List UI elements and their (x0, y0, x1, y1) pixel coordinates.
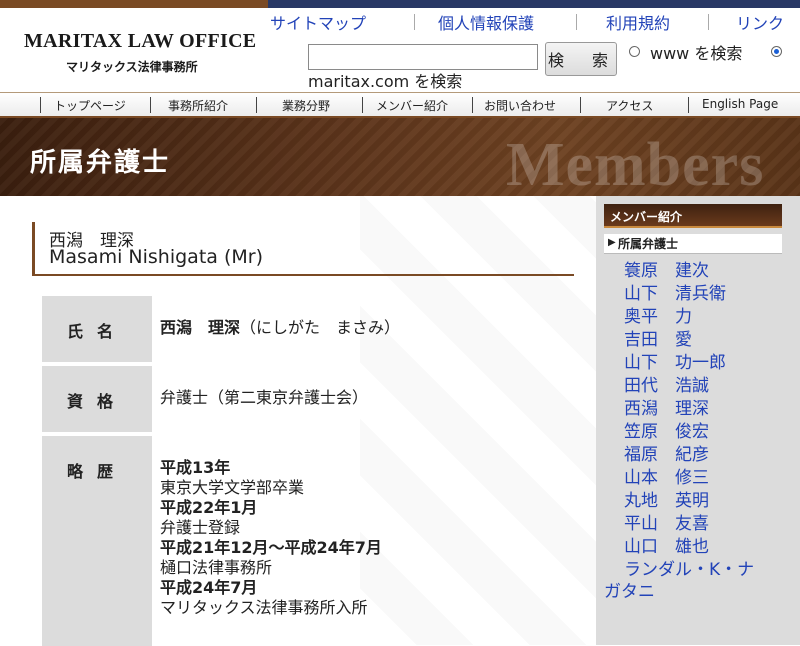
value-name-reading: （にしがた まさみ） (240, 318, 401, 337)
member-link[interactable]: 笠原 俊宏 (624, 417, 709, 442)
history-line: 平成22年1月 (160, 498, 258, 517)
nav-item-top[interactable]: トップページ (54, 97, 126, 114)
banner-watermark: Members (506, 131, 765, 196)
nav-item-practice[interactable]: 業務分野 (282, 97, 330, 114)
member-link[interactable]: 山本 修三 (624, 463, 709, 488)
top-stripe (0, 0, 800, 8)
member-name-heading: 西潟 理深 Masami Nishigata (Mr) (32, 222, 574, 276)
top-links: サイトマップ 個人情報保護 利用規約 リンク (258, 10, 800, 33)
divider (688, 97, 689, 113)
divider (362, 97, 363, 113)
search-input[interactable] (308, 44, 538, 70)
profile-row-name: 氏名 西潟 理深（にしがた まさみ） (42, 296, 582, 366)
radio-site[interactable] (771, 46, 782, 57)
member-link[interactable]: 丸地 英明 (624, 486, 709, 511)
sidebar: メンバー紹介 ▶ 所属弁護士 簑原 建次 山下 清兵衛 奥平 力 吉田 愛 山下 … (596, 196, 800, 645)
value-name: 西潟 理深（にしがた まさみ） (160, 318, 400, 338)
divider (414, 14, 415, 30)
member-link[interactable]: 山下 功一郎 (624, 348, 726, 373)
member-link[interactable]: 田代 浩誠 (624, 371, 709, 396)
divider (40, 97, 41, 113)
top-stripe-navy (268, 0, 800, 8)
history-line: マリタックス法律事務所入所 (160, 598, 368, 617)
radio-www[interactable] (629, 46, 640, 57)
history-line: 平成13年 (160, 458, 231, 477)
label-name: 氏名 (42, 296, 152, 362)
value-history: 平成13年 東京大学文学部卒業 平成22年1月 弁護士登録 平成21年12月～平… (160, 458, 382, 618)
label-history: 略歴 (42, 436, 152, 646)
member-link[interactable]: 福原 紀彦 (624, 440, 709, 465)
profile-row-qualification: 資格 弁護士（第二東京弁護士会） (42, 366, 582, 436)
nav-item-english[interactable]: English Page (702, 97, 778, 111)
sidebar-subheading[interactable]: ▶ 所属弁護士 (604, 234, 782, 254)
profile-row-history: 略歴 平成13年 東京大学文学部卒業 平成22年1月 弁護士登録 平成21年12… (42, 436, 582, 646)
divider (708, 14, 709, 30)
page-title: 所属弁護士 (30, 148, 171, 178)
member-link[interactable]: 簑原 建次 (624, 256, 709, 281)
privacy-link[interactable]: 個人情報保護 (438, 10, 534, 34)
radio-www-label: www を検索 (650, 44, 743, 63)
terms-link[interactable]: 利用規約 (606, 10, 670, 34)
nav-item-members[interactable]: メンバー紹介 (376, 97, 448, 114)
member-link[interactable]: 吉田 愛 (624, 325, 692, 350)
sidebar-subheading-label: 所属弁護士 (618, 237, 679, 251)
member-link[interactable]: 西潟 理深 (624, 394, 709, 419)
history-line: 樋口法律事務所 (160, 558, 273, 577)
value-name-kanji: 西潟 理深 (160, 318, 241, 337)
nav-item-contact[interactable]: お問い合わせ (484, 97, 556, 114)
value-qualification: 弁護士（第二東京弁護士会） (160, 388, 369, 407)
profile-table: 氏名 西潟 理深（にしがた まさみ） 資格 弁護士（第二東京弁護士会） 略歴 平… (42, 296, 582, 646)
divider (576, 14, 577, 30)
member-link[interactable]: 山下 清兵衛 (624, 279, 726, 304)
sidebar-heading[interactable]: メンバー紹介 (604, 204, 782, 228)
divider (150, 97, 151, 113)
links-link[interactable]: リンク (736, 10, 784, 34)
page-banner: 所属弁護士 Members (0, 118, 800, 196)
divider (580, 97, 581, 113)
main-nav: トップページ 事務所紹介 業務分野 メンバー紹介 お問い合わせ アクセス Eng… (0, 92, 800, 118)
nav-item-office[interactable]: 事務所紹介 (168, 97, 228, 114)
member-link[interactable]: 平山 友喜 (624, 509, 709, 534)
member-link[interactable]: 奥平 力 (624, 302, 692, 327)
member-name-en: Masami Nishigata (Mr) (49, 246, 263, 268)
divider (472, 97, 473, 113)
history-line: 平成24年7月 (160, 578, 258, 597)
header: MARITAX LAW OFFICE マリタックス法律事務所 サイトマップ 個人… (0, 8, 800, 92)
nav-item-access[interactable]: アクセス (606, 97, 653, 114)
search-button[interactable]: 検 索 (545, 42, 617, 76)
history-line: 弁護士登録 (160, 518, 241, 537)
divider (256, 97, 257, 113)
label-qualification: 資格 (42, 366, 152, 432)
member-link[interactable]: ガタニ (604, 577, 655, 602)
history-line: 東京大学文学部卒業 (160, 478, 305, 497)
triangle-right-icon: ▶ (608, 237, 616, 248)
logo-text-jp[interactable]: マリタックス法律事務所 (66, 58, 198, 75)
history-line: 平成21年12月～平成24年7月 (160, 538, 382, 557)
radio-site-label: maritax.com を検索 (308, 72, 463, 91)
logo-text-en[interactable]: MARITAX LAW OFFICE (24, 30, 256, 53)
member-link[interactable]: 山口 雄也 (624, 532, 709, 557)
sitemap-link[interactable]: サイトマップ (270, 10, 366, 34)
